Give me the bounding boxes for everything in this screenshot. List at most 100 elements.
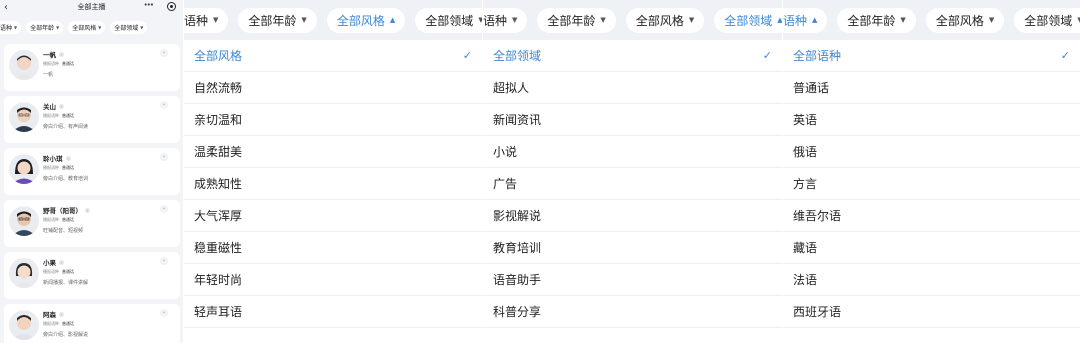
style-dropdown-screen: 语种 ▼ 全部年龄 ▼ 全部风格 ▲ 全部领域 ▼ 全部风格 ✓ 自然流畅 亲切温和 温柔… [184, 0, 482, 343]
filter-age[interactable]: 全部年龄 ▼ [26, 20, 64, 34]
filter-language[interactable]: 语种 ▼ [0, 20, 22, 34]
option-item[interactable]: 法语 [783, 264, 1080, 296]
filter-age-label: 全部年龄 [30, 24, 55, 32]
option-item[interactable]: 亲切温和 [184, 104, 482, 136]
chevron-down-icon[interactable]: ⌄ [160, 49, 168, 57]
filter-style[interactable]: 全部风格 ▲ [326, 7, 406, 33]
option-item[interactable]: 影视解说 [483, 200, 782, 232]
caret-down-icon: ▼ [301, 16, 307, 24]
more-icon[interactable]: ••• [144, 1, 154, 9]
anchor-card[interactable]: 一帆 › 播报语种 普通话 一帆 ⌄ [4, 44, 180, 91]
anchor-card[interactable]: 阿森 › 播报语种 普通话 旁白介绍、影视解说 ⌄ [4, 304, 180, 343]
check-icon: ✓ [1060, 49, 1070, 62]
option-item[interactable]: 大气浑厚 [184, 200, 482, 232]
domain-dropdown-screen: 语种 ▼ 全部年龄 ▼ 全部风格 ▼ 全部领域 ▲ 全部领域 ✓ 超拟人 新闻资讯 小说 … [483, 0, 782, 343]
avatar [9, 154, 39, 184]
option-item[interactable]: 超拟人 [483, 72, 782, 104]
option-item[interactable]: 方言 [783, 168, 1080, 200]
filter-domain-label: 全部领域 [724, 13, 773, 28]
filter-bar: 语种 ▼ 全部年龄 ▼ 全部风格 ▼ 全部领域 ▲ [483, 0, 782, 40]
avatar [9, 310, 39, 340]
option-item[interactable]: 新闻资讯 [483, 104, 782, 136]
filter-style[interactable]: 全部风格 ▼ [925, 7, 1005, 33]
caret-down-icon: ▼ [600, 16, 606, 24]
anchor-card[interactable]: 野哥（阳哥） › 播报语种 普通话 旺铺配音、短视频 ⌄ [4, 200, 180, 247]
option-item[interactable]: 全部风格 ✓ [184, 40, 482, 72]
avatar [9, 206, 39, 236]
option-item[interactable]: 英语 [783, 104, 1080, 136]
filter-style[interactable]: 全部风格 ▼ [625, 7, 705, 33]
caret-down-icon: ▼ [98, 24, 102, 30]
filter-bar: 语种 ▼ 全部年龄 ▼ 全部风格 ▼ 全部领域 ▼ [0, 14, 183, 40]
filter-age[interactable]: 全部年龄 ▼ [537, 7, 616, 33]
option-item[interactable]: 语音助手 [483, 264, 782, 296]
filter-age[interactable]: 全部年龄 ▼ [238, 7, 317, 33]
anchor-language: 播报语种 普通话 [43, 113, 74, 118]
filter-domain-label: 全部领域 [1024, 13, 1073, 28]
chevron-down-icon[interactable]: ⌄ [160, 309, 168, 317]
filter-style-label: 全部风格 [72, 24, 97, 32]
anchor-card[interactable]: 关山 › 播报语种 普通话 旁白介绍、有声阅读 ⌄ [4, 96, 180, 143]
filter-age-label: 全部年龄 [547, 13, 596, 28]
check-icon: ✓ [762, 49, 772, 62]
filter-bar: 语种 ▲ 全部年龄 ▼ 全部风格 ▼ 全部领域 ▼ [783, 0, 1080, 40]
caret-down-icon: ▼ [988, 16, 995, 24]
filter-language[interactable]: 语种 ▼ [483, 7, 528, 33]
anchor-card[interactable]: 小果 › 播报语种 普通话 新闻播报、课件讲解 ⌄ [4, 252, 180, 299]
anchor-language: 播报语种 普通话 [43, 217, 74, 222]
anchor-desc: 旁白介绍、教育培训 [43, 176, 89, 182]
filter-domain[interactable]: 全部领域 ▲ [714, 7, 782, 33]
option-item[interactable]: 小说 [483, 136, 782, 168]
avatar [9, 258, 39, 288]
anchor-name: 阿森 › [43, 311, 64, 319]
option-item[interactable]: 稳重磁性 [184, 232, 482, 264]
option-item[interactable]: 西班牙语 [783, 296, 1080, 328]
option-item[interactable]: 俄语 [783, 136, 1080, 168]
option-item[interactable]: 教育培训 [483, 232, 782, 264]
filter-age[interactable]: 全部年龄 ▼ [837, 7, 916, 33]
filter-language-label: 语种 [483, 13, 508, 28]
filter-language-label: 语种 [184, 13, 209, 28]
record-icon[interactable] [167, 2, 176, 11]
chevron-down-icon[interactable]: ⌄ [160, 153, 168, 161]
filter-language[interactable]: 语种 ▼ [184, 7, 229, 33]
filter-bar: 语种 ▼ 全部年龄 ▼ 全部风格 ▲ 全部领域 ▼ [184, 0, 482, 40]
option-item[interactable]: 全部语种 ✓ [783, 40, 1080, 72]
check-icon: ✓ [462, 49, 472, 62]
chevron-down-icon[interactable]: ⌄ [160, 101, 168, 109]
filter-domain[interactable]: 全部领域 ▼ [1014, 7, 1080, 33]
filter-domain[interactable]: 全部领域 ▼ [110, 20, 148, 34]
filter-style[interactable]: 全部风格 ▼ [68, 20, 106, 34]
caret-down-icon: ▼ [512, 16, 518, 24]
option-item[interactable]: 普通话 [783, 72, 1080, 104]
anchor-language: 播报语种 普通话 [43, 61, 74, 66]
anchor-name: 野哥（阳哥） › [43, 207, 90, 215]
anchor-language: 播报语种 普通话 [43, 269, 74, 274]
option-item[interactable]: 全部领域 ✓ [483, 40, 782, 72]
filter-style-label: 全部风格 [935, 13, 984, 28]
option-item[interactable]: 温柔甜美 [184, 136, 482, 168]
filter-domain[interactable]: 全部领域 ▼ [415, 7, 482, 33]
option-item[interactable]: 轻声耳语 [184, 296, 482, 328]
anchor-desc: 旁白介绍、影视解说 [43, 332, 89, 338]
anchor-card[interactable]: 聆小琪 › 播报语种 普通话 旁白介绍、教育培训 ⌄ [4, 148, 180, 195]
option-item[interactable]: 成熟知性 [184, 168, 482, 200]
chevron-down-icon[interactable]: ⌄ [160, 205, 168, 213]
filter-language-label: 语种 [0, 24, 13, 32]
anchor-name: 聆小琪 › [43, 155, 71, 163]
avatar [9, 102, 39, 132]
avatar [9, 50, 39, 80]
chevron-down-icon[interactable]: ⌄ [160, 257, 168, 265]
caret-down-icon: ▼ [478, 16, 482, 24]
filter-language[interactable]: 语种 ▲ [783, 7, 828, 33]
option-item[interactable]: 广告 [483, 168, 782, 200]
option-item[interactable]: 年轻时尚 [184, 264, 482, 296]
option-item[interactable]: 科普分享 [483, 296, 782, 328]
option-item[interactable]: 维吾尔语 [783, 200, 1080, 232]
caret-down-icon: ▼ [14, 24, 18, 30]
anchor-desc: 一帆 [43, 72, 54, 78]
option-item[interactable]: 藏语 [783, 232, 1080, 264]
caret-down-icon: ▼ [900, 16, 906, 24]
option-item[interactable]: 自然流畅 [184, 72, 482, 104]
filter-domain-label: 全部领域 [425, 13, 474, 28]
